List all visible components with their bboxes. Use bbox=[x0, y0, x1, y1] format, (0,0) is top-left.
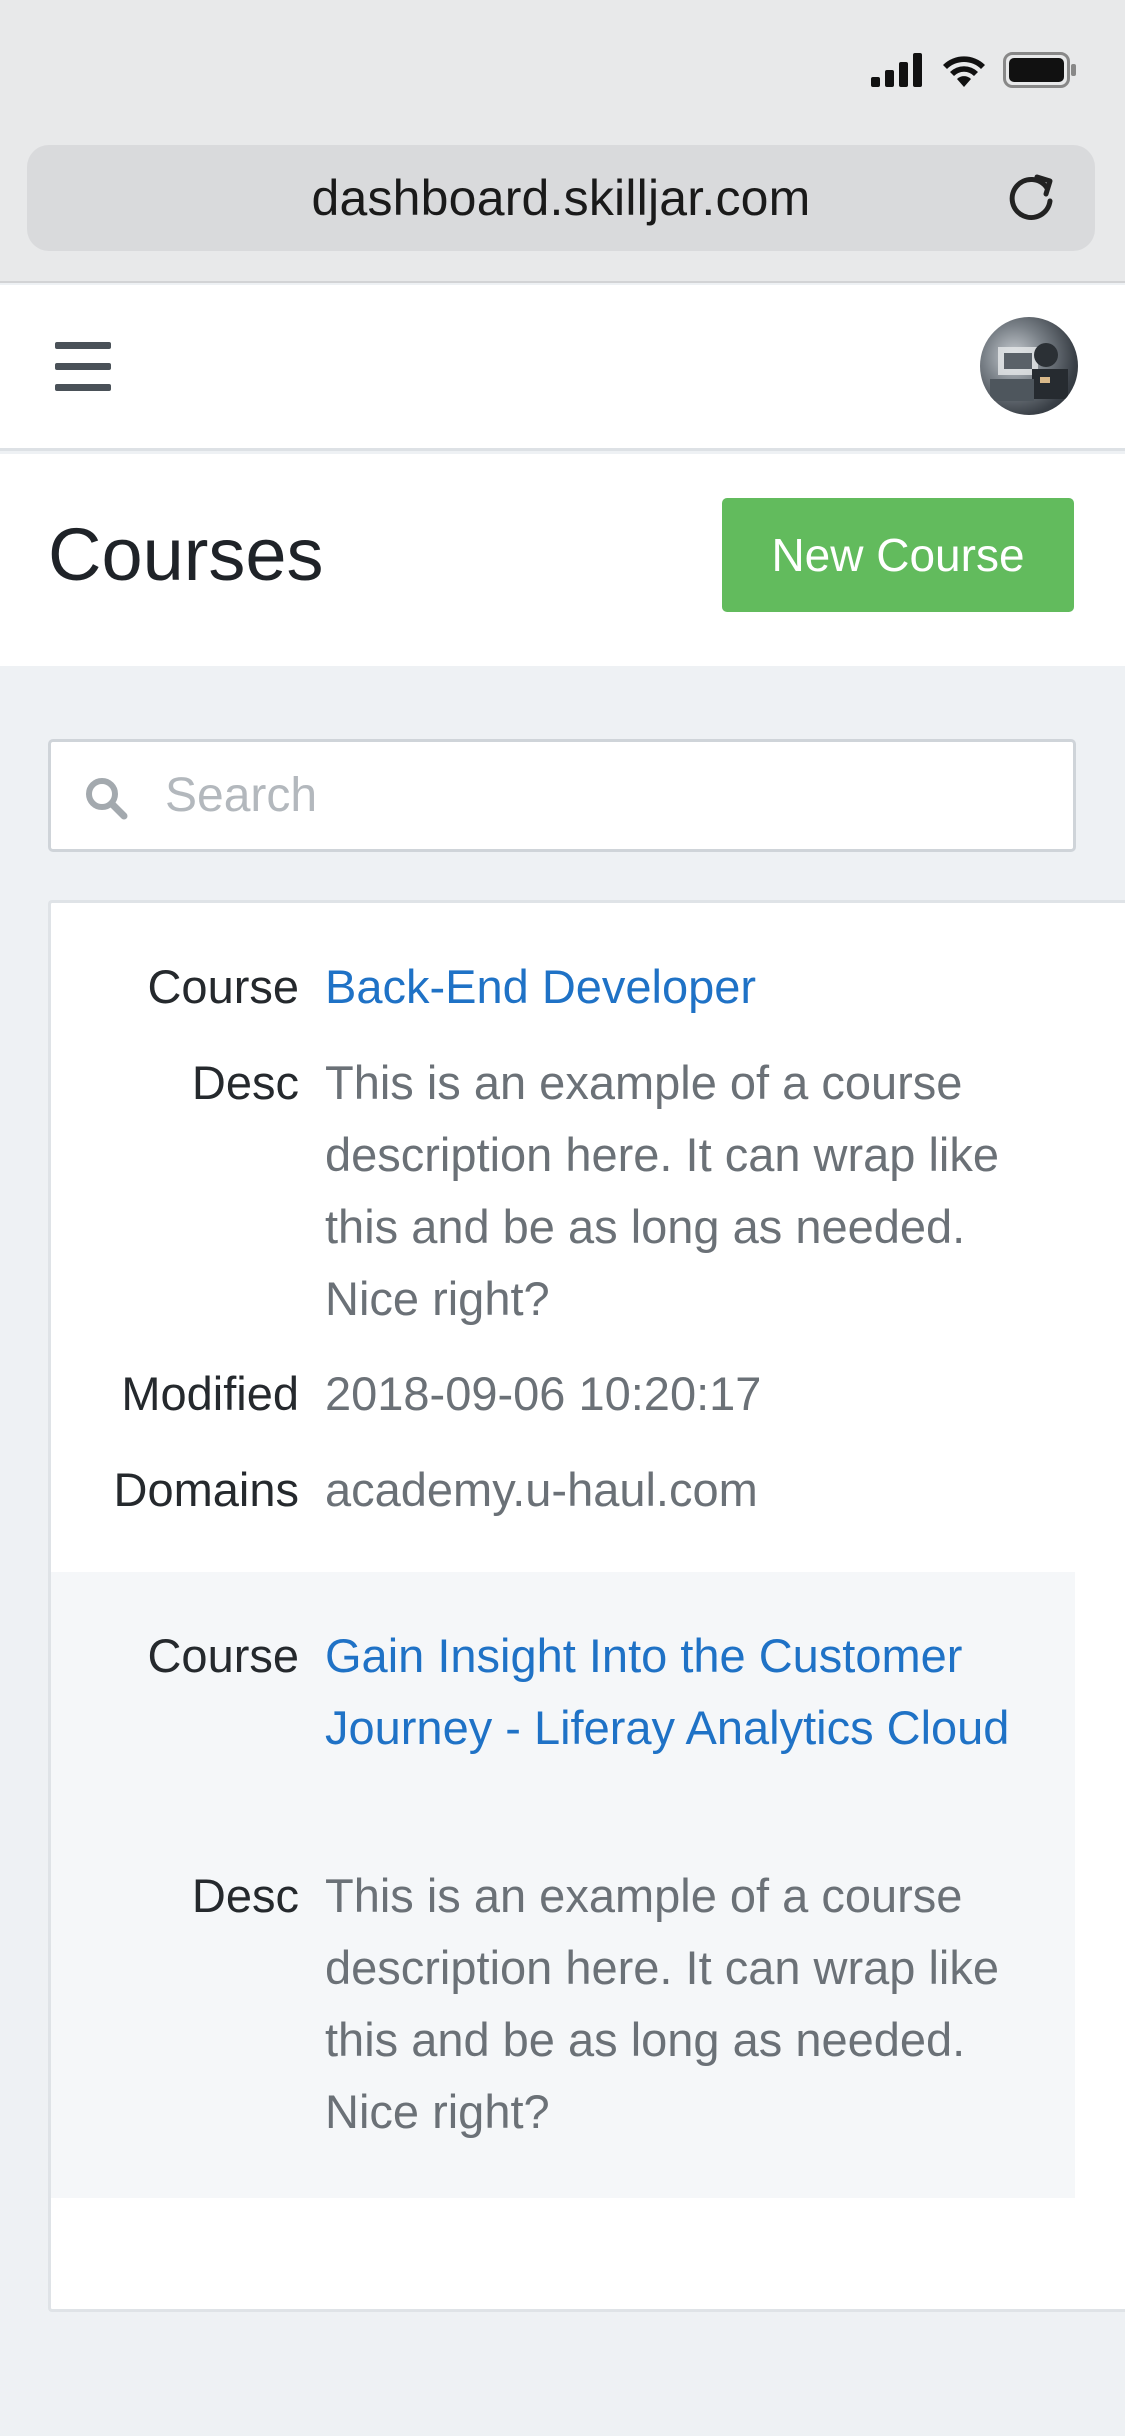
desc-label: Desc bbox=[191, 1869, 299, 1922]
wifi-icon bbox=[943, 56, 985, 87]
search-box[interactable] bbox=[48, 739, 1076, 852]
avatar-photo bbox=[990, 343, 1068, 401]
course-name-row: Course Back-End Developer bbox=[51, 951, 1075, 1023]
course-name-link[interactable]: Gain Insight Into the Customer Journey -… bbox=[325, 1620, 1045, 1764]
user-avatar[interactable] bbox=[980, 317, 1078, 415]
search-input[interactable] bbox=[165, 742, 1045, 849]
search-icon bbox=[86, 778, 128, 820]
new-course-button[interactable]: New Course bbox=[722, 498, 1074, 612]
domains-label: Domains bbox=[113, 1463, 299, 1516]
page-title: Courses bbox=[48, 513, 324, 596]
domains-value: academy.u-haul.com bbox=[325, 1463, 758, 1516]
course-list: Course Back-End Developer Desc This is a… bbox=[48, 900, 1125, 2312]
status-bar-icons bbox=[871, 50, 1077, 90]
url-bar[interactable]: dashboard.skilljar.com bbox=[27, 145, 1095, 251]
course-description: This is an example of a course descripti… bbox=[325, 1056, 999, 1325]
url-text: dashboard.skilljar.com bbox=[311, 170, 811, 226]
modified-label: Modified bbox=[121, 1367, 299, 1420]
course-domains-row: Domains academy.u-haul.com bbox=[51, 1454, 1075, 1526]
title-bar: Courses New Course bbox=[0, 454, 1125, 666]
cellular-signal-icon bbox=[871, 53, 922, 87]
course-desc-row: Desc This is an example of a course desc… bbox=[51, 1047, 1075, 1335]
hamburger-menu-icon[interactable] bbox=[55, 342, 111, 392]
course-item: Course Gain Insight Into the Customer Jo… bbox=[51, 1572, 1075, 2198]
app-header bbox=[0, 285, 1125, 451]
course-label: Course bbox=[147, 960, 299, 1013]
course-description: This is an example of a course descripti… bbox=[325, 1869, 999, 2138]
browser-chrome: dashboard.skilljar.com bbox=[0, 0, 1125, 283]
course-modified-row: Modified 2018-09-06 10:20:17 bbox=[51, 1358, 1075, 1430]
course-label: Course bbox=[147, 1629, 299, 1682]
modified-value: 2018-09-06 10:20:17 bbox=[325, 1367, 762, 1420]
course-name-row: Course Gain Insight Into the Customer Jo… bbox=[51, 1620, 1075, 1764]
course-name-link[interactable]: Back-End Developer bbox=[325, 951, 1045, 1023]
screen: dashboard.skilljar.com Courses New Cours… bbox=[0, 0, 1125, 2436]
desc-label: Desc bbox=[191, 1056, 299, 1109]
reload-icon[interactable] bbox=[1003, 171, 1059, 227]
course-item: Course Back-End Developer Desc This is a… bbox=[51, 903, 1075, 1572]
course-desc-row: Desc This is an example of a course desc… bbox=[51, 1860, 1075, 2148]
battery-icon bbox=[1003, 52, 1076, 88]
